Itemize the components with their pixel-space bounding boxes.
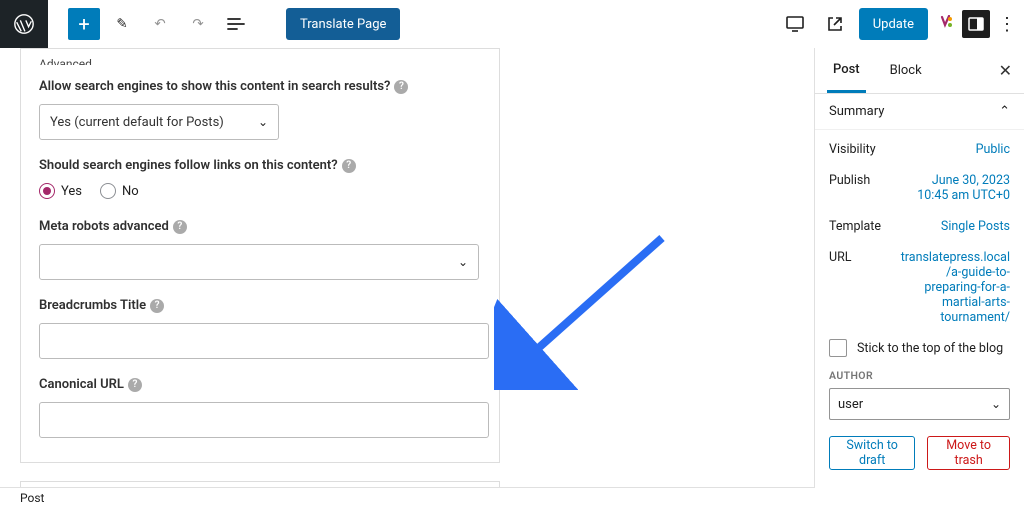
canonical-url-input[interactable] [39,402,489,438]
follow-links-label: Should search engines follow links on th… [39,158,481,173]
add-block-button[interactable]: + [68,8,100,40]
external-icon [825,14,845,34]
follow-no-option[interactable]: No [100,183,139,199]
details-icon [226,14,246,34]
options-button[interactable]: ⋮ [998,10,1016,38]
url-value[interactable]: translatepress.local/a-guide-to-preparin… [900,250,1010,325]
canonical-url-label: Canonical URL ? [39,377,481,392]
template-label: Template [829,219,881,234]
undo-button[interactable]: ↶ [144,8,176,40]
author-select[interactable]: user ⌄ [829,388,1010,420]
tab-post[interactable]: Post [827,48,866,93]
visibility-label: Visibility [829,142,876,157]
help-icon[interactable]: ? [342,159,356,173]
help-icon[interactable]: ? [128,378,142,392]
radio-icon [100,183,116,199]
desktop-icon [785,14,805,34]
chevron-up-icon: ⌃ [999,104,1010,119]
more-icon: ⋮ [998,14,1016,35]
help-icon[interactable]: ? [394,80,408,94]
radio-icon [39,183,55,199]
yoast-advanced-metabox: Advanced Allow search engines to show th… [20,48,500,463]
switch-to-draft-button[interactable]: Switch to draft [829,436,915,470]
help-icon[interactable]: ? [173,220,187,234]
follow-links-radiogroup: Yes No [39,183,481,199]
editor-top-bar: + ✎ ↶ ↷ Translate Page Update ⋮ [0,0,1024,48]
yoast-icon[interactable] [936,15,954,33]
meta-robots-label: Meta robots advanced ? [39,219,481,234]
move-to-trash-button[interactable]: Move to trash [927,436,1010,470]
wp-logo[interactable] [0,0,48,48]
breadcrumbs-title-label: Breadcrumbs Title ? [39,298,481,313]
redo-button[interactable]: ↷ [182,8,214,40]
url-label: URL [829,250,852,325]
allow-indexing-label: Allow search engines to show this conten… [39,79,481,94]
details-button[interactable] [220,8,252,40]
editor-canvas: Advanced Allow search engines to show th… [0,48,814,488]
summary-panel: Visibility Public Publish June 30, 2023 10… [815,130,1024,480]
template-value[interactable]: Single Posts [941,219,1010,234]
visibility-value[interactable]: Public [976,142,1010,157]
chevron-down-icon: ⌄ [258,115,268,129]
preview-button[interactable] [819,8,851,40]
toolbar-left: + ✎ ↶ ↷ Translate Page [48,8,400,40]
meta-robots-select[interactable]: ⌄ [39,244,479,280]
settings-panel-toggle[interactable] [962,10,990,38]
translate-page-button[interactable]: Translate Page [286,8,400,40]
stick-to-top-checkbox[interactable] [829,339,847,357]
breadcrumbs-title-input[interactable] [39,323,489,359]
sidebar-icon [967,15,985,33]
chevron-down-icon: ⌄ [458,255,468,269]
help-icon[interactable]: ? [150,299,164,313]
close-sidebar-button[interactable]: ✕ [999,61,1012,80]
stick-to-top-label: Stick to the top of the blog [857,341,1003,356]
summary-panel-toggle[interactable]: Summary ⌃ [815,94,1024,130]
close-icon: ✕ [999,61,1012,80]
publish-label: Publish [829,173,870,203]
publish-value[interactable]: June 30, 2023 10:45 am UTC+0 [900,173,1010,203]
author-label: AUTHOR [829,367,1010,382]
block-breadcrumb[interactable]: Post [0,487,814,507]
update-button[interactable]: Update [859,8,928,40]
section-title: Advanced [39,57,481,65]
undo-icon: ↶ [150,14,170,34]
settings-sidebar: Post Block ✕ Summary ⌃ Visibility Public … [814,48,1024,488]
allow-indexing-select[interactable]: Yes (current default for Posts) ⌄ [39,104,279,140]
toolbar-right: Update ⋮ [779,8,1024,40]
view-button[interactable] [779,8,811,40]
pencil-icon: ✎ [112,14,132,34]
allow-indexing-value: Yes (current default for Posts) [50,115,224,130]
edit-mode-button[interactable]: ✎ [106,8,138,40]
redo-icon: ↷ [188,14,208,34]
tab-block[interactable]: Block [884,48,928,93]
wordpress-icon [13,13,35,35]
sidebar-tabs: Post Block ✕ [815,48,1024,94]
chevron-down-icon: ⌄ [991,397,1001,411]
follow-yes-option[interactable]: Yes [39,183,82,199]
